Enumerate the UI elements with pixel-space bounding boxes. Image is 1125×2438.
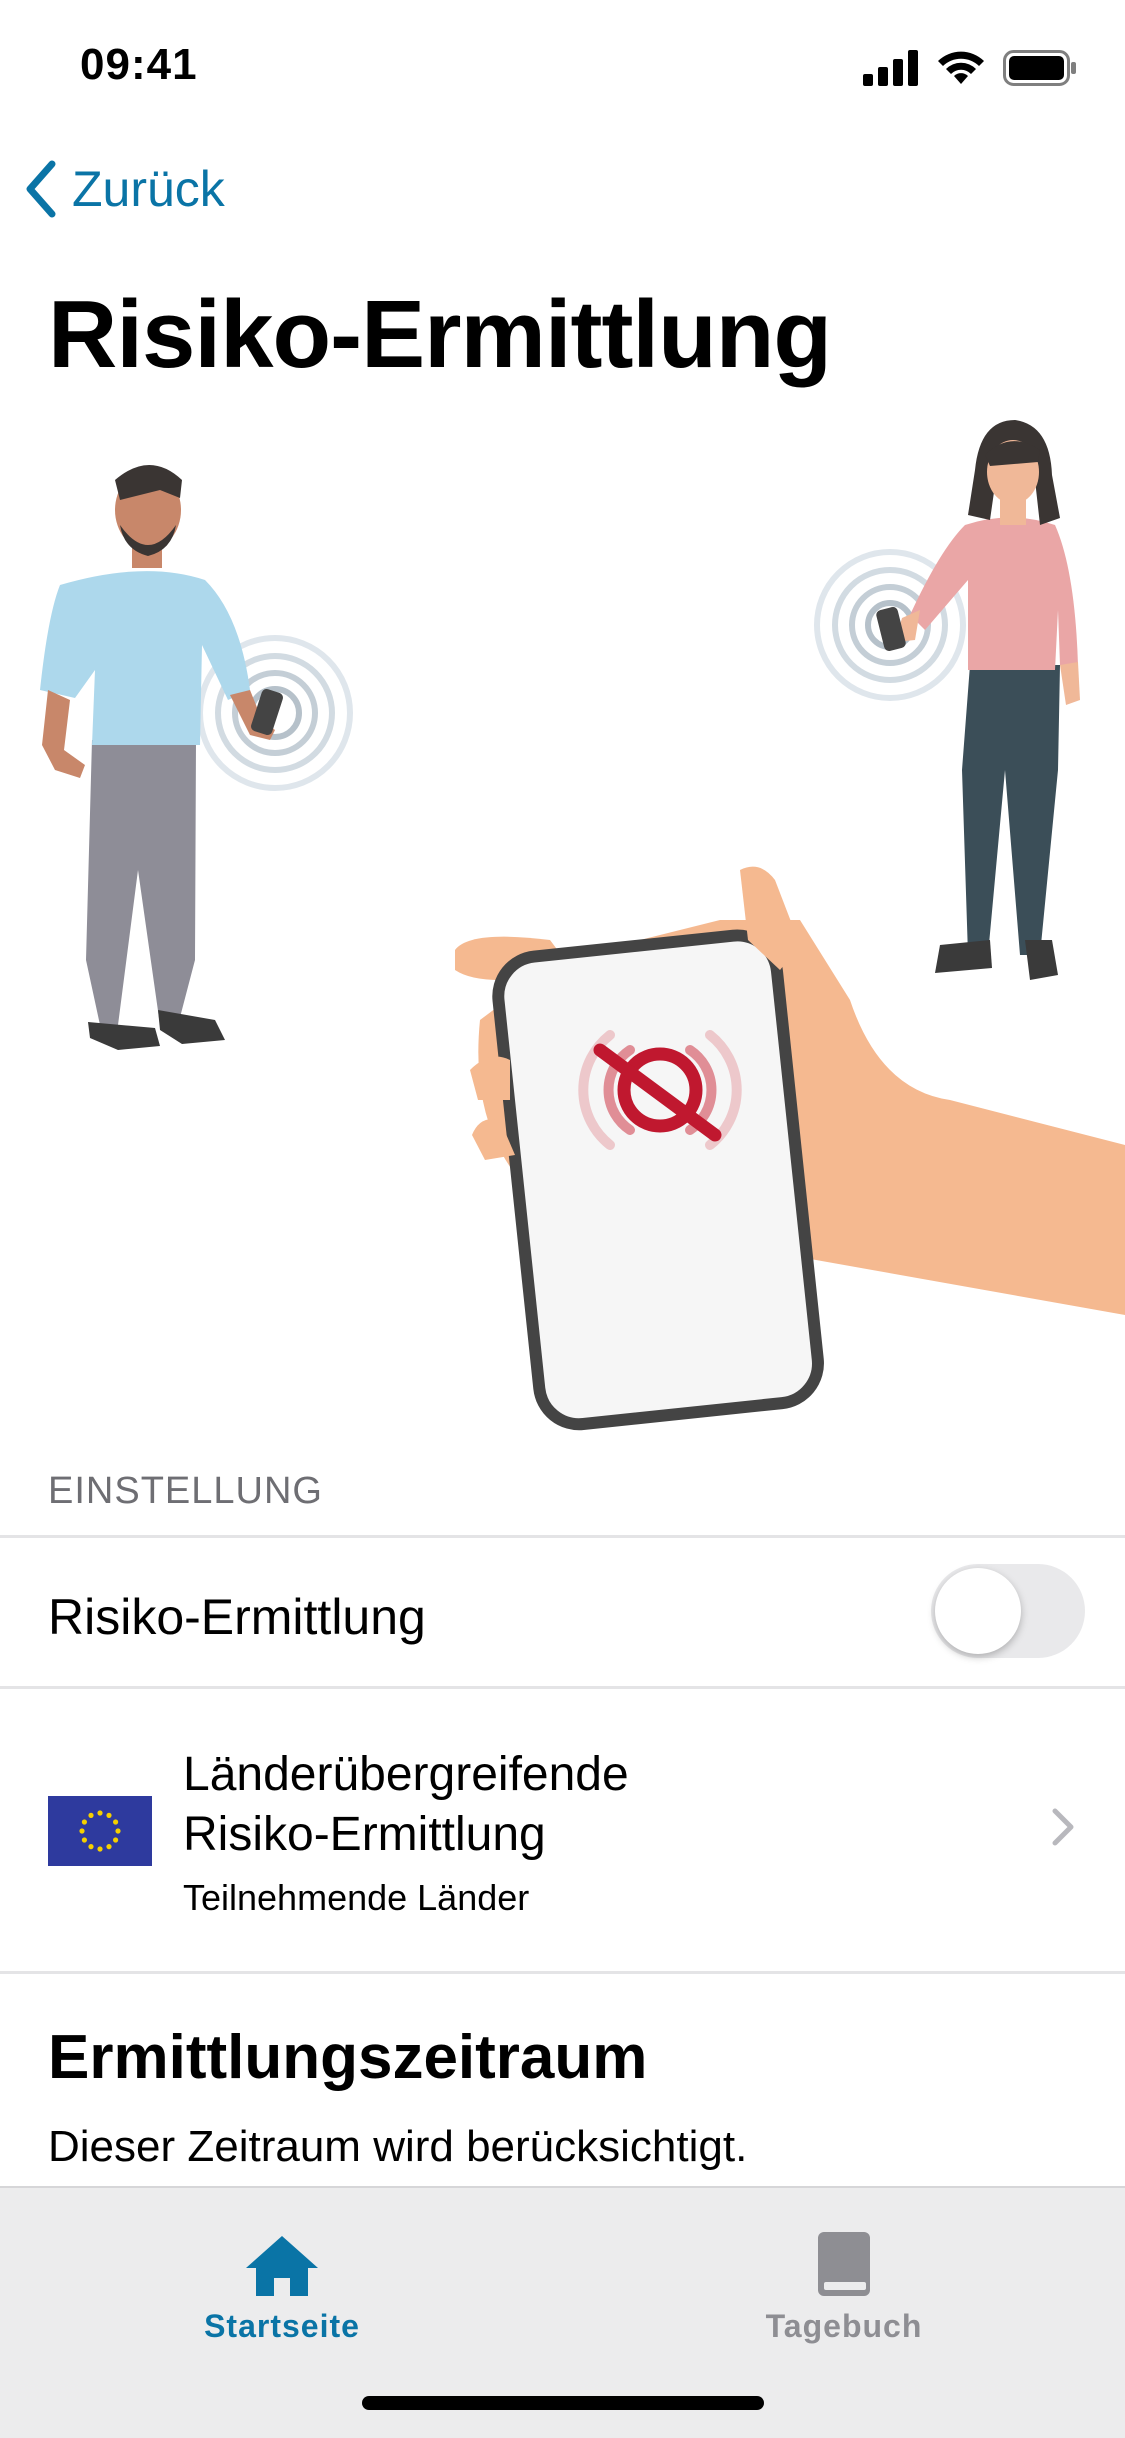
battery-icon	[1003, 50, 1076, 86]
back-label: Zurück	[72, 161, 225, 217]
home-indicator	[362, 2396, 764, 2410]
section-header: EINSTELLUNG	[48, 1470, 323, 1512]
toggle-knob	[935, 1568, 1021, 1654]
cross-border-row[interactable]: Länderübergreifende Risiko-Ermittlung Te…	[0, 1689, 1125, 1971]
book-icon	[818, 2232, 870, 2296]
chevron-left-icon	[26, 160, 56, 218]
chevron-right-icon	[1052, 1808, 1074, 1846]
cross-border-title-line1: Länderübergreifende	[183, 1748, 629, 1801]
tab-diary-label: Tagebuch	[765, 2308, 923, 2344]
woman-figure	[814, 420, 1080, 980]
home-icon	[246, 2236, 318, 2296]
cross-border-subtitle: Teilnehmende Länder	[183, 1877, 530, 1918]
period-description: Dieser Zeitraum wird berücksichtigt.	[48, 2122, 748, 2171]
tab-diary[interactable]: Tagebuch	[694, 2208, 994, 2358]
divider	[0, 1971, 1125, 1974]
cellular-signal-icon	[863, 50, 918, 86]
risk-detection-toggle[interactable]	[931, 1564, 1085, 1658]
period-heading: Ermittlungszeitraum	[48, 2023, 648, 2092]
status-time: 09:41	[80, 40, 198, 89]
status-icons	[863, 48, 1077, 88]
man-figure	[40, 465, 353, 1050]
wifi-icon	[938, 51, 984, 84]
eu-flag-icon	[48, 1796, 152, 1866]
back-button[interactable]: Zurück	[24, 160, 225, 218]
tab-home[interactable]: Startseite	[132, 2208, 432, 2358]
page-title: Risiko-Ermittlung	[48, 281, 832, 388]
risk-detection-row[interactable]: Risiko-Ermittlung	[0, 1538, 1125, 1686]
risk-detection-label: Risiko-Ermittlung	[48, 1589, 426, 1645]
tab-home-label: Startseite	[204, 2308, 360, 2344]
cross-border-title-line2: Risiko-Ermittlung	[183, 1808, 546, 1861]
contact-tracing-illustration	[40, 420, 1125, 1431]
